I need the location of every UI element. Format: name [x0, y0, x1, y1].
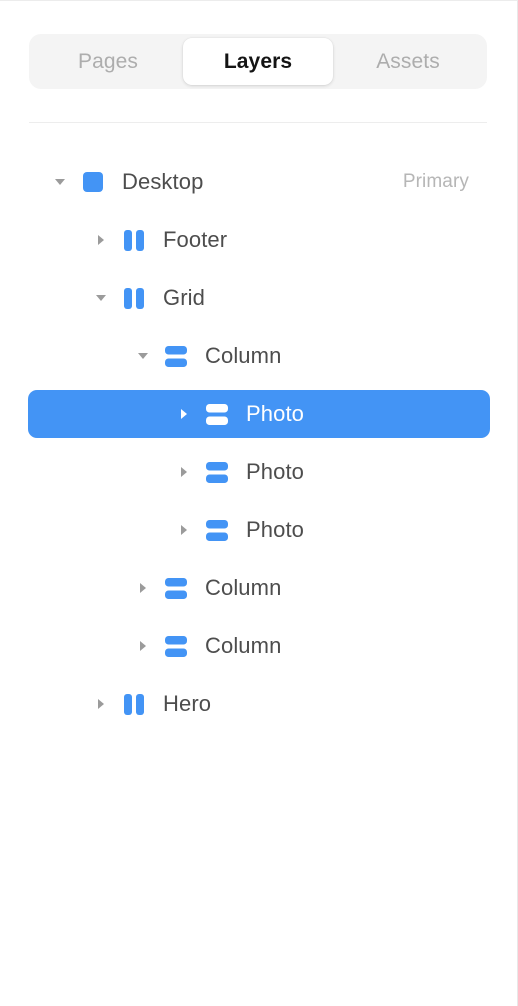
- tab-pages[interactable]: Pages: [33, 38, 183, 85]
- layer-tree: Desktop Primary Footer Grid Column Photo Photo…: [0, 158, 517, 738]
- chevron-right-icon[interactable]: [131, 564, 155, 612]
- rows-horizontal-icon: [202, 390, 232, 438]
- rows-horizontal-icon: [161, 564, 191, 612]
- chevron-right-icon[interactable]: [172, 506, 196, 554]
- layer-row[interactable]: Photo: [28, 448, 490, 496]
- layers-panel: Pages Layers Assets Desktop Primary Footer Gr…: [0, 0, 518, 1006]
- layer-row[interactable]: Photo: [28, 390, 490, 438]
- layer-row-label: Photo: [246, 459, 304, 484]
- columns-vertical-icon: [119, 274, 149, 322]
- rows-horizontal-icon: [161, 332, 191, 380]
- columns-vertical-icon: [119, 216, 149, 264]
- layer-row[interactable]: Column: [28, 622, 490, 670]
- layer-row-label: Column: [205, 343, 282, 368]
- rows-horizontal-icon: [202, 448, 232, 496]
- chevron-right-icon[interactable]: [172, 390, 196, 438]
- chevron-right-icon[interactable]: [131, 622, 155, 670]
- columns-vertical-icon: [119, 680, 149, 728]
- chevron-right-icon[interactable]: [89, 216, 113, 264]
- panel-tab-bar: Pages Layers Assets: [29, 34, 487, 89]
- layer-row[interactable]: Grid: [28, 274, 490, 322]
- layer-row[interactable]: Hero: [28, 680, 490, 728]
- chevron-right-icon[interactable]: [172, 448, 196, 496]
- layer-row[interactable]: Column: [28, 332, 490, 380]
- layer-row[interactable]: Column: [28, 564, 490, 612]
- rows-horizontal-icon: [161, 622, 191, 670]
- panel-divider: [29, 122, 487, 123]
- tab-layers[interactable]: Layers: [183, 38, 333, 85]
- layer-row-label: Column: [205, 633, 282, 658]
- chevron-down-icon[interactable]: [48, 158, 72, 206]
- layer-row-label: Photo: [246, 517, 304, 542]
- layer-row-label: Desktop: [122, 169, 204, 194]
- tab-assets[interactable]: Assets: [333, 38, 483, 85]
- layer-row[interactable]: Desktop Primary: [28, 158, 490, 206]
- layer-row[interactable]: Photo: [28, 506, 490, 554]
- chevron-down-icon[interactable]: [89, 274, 113, 322]
- chevron-down-icon[interactable]: [131, 332, 155, 380]
- artboard-square-icon: [78, 158, 108, 206]
- chevron-right-icon[interactable]: [89, 680, 113, 728]
- layer-row-label: Hero: [163, 691, 212, 716]
- layer-row-label: Column: [205, 575, 282, 600]
- layer-row-badge: Primary: [402, 171, 469, 192]
- layer-row-label: Grid: [163, 285, 205, 310]
- layer-row-label: Photo: [246, 401, 304, 426]
- layer-row[interactable]: Footer: [28, 216, 490, 264]
- rows-horizontal-icon: [202, 506, 232, 554]
- layer-row-label: Footer: [163, 227, 228, 252]
